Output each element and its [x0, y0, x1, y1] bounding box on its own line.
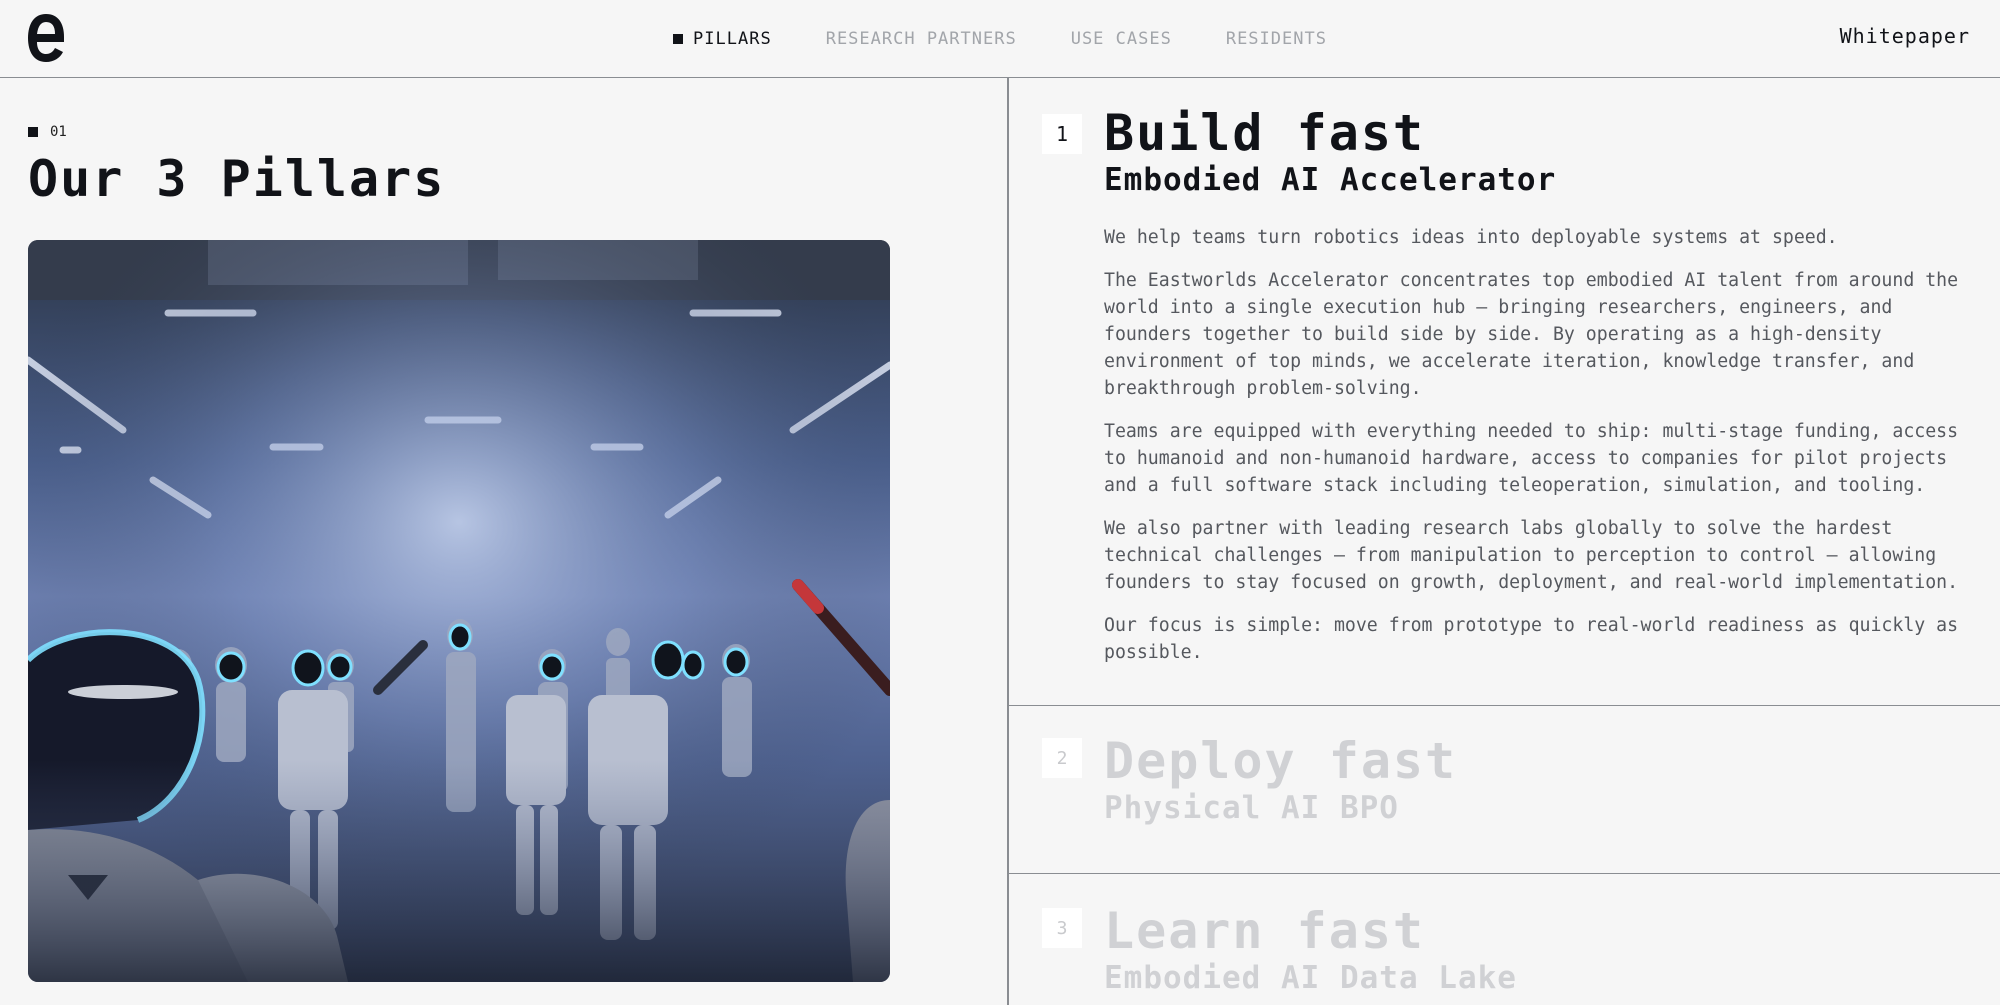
nav-item-residents[interactable]: RESIDENTS	[1226, 29, 1327, 49]
pillar-title: Learn fast	[1104, 902, 1426, 960]
pillar-subtitle: Physical AI BPO	[1104, 790, 1399, 826]
main-nav: PILLARS RESEARCH PARTNERS USE CASES RESI…	[0, 0, 2000, 78]
pillar-deploy-fast[interactable]: 2 Deploy fast Physical AI BPO	[1008, 706, 2000, 874]
nav-item-label: USE CASES	[1070, 29, 1172, 49]
pillar-build-fast[interactable]: 1 Build fast Embodied AI Accelerator We …	[1008, 78, 2000, 706]
pillar-title: Deploy fast	[1104, 732, 1458, 790]
nav-item-label: RESEARCH PARTNERS	[825, 29, 1017, 49]
brand-logo[interactable]	[26, 10, 66, 66]
pillar-number: 2	[1042, 738, 1082, 778]
nav-item-use-cases[interactable]: USE CASES	[1071, 29, 1172, 49]
pillar-paragraph: Our focus is simple: move from prototype…	[1104, 615, 1959, 663]
pillar-subtitle: Embodied AI Accelerator	[1104, 162, 1557, 198]
nav-item-label: RESIDENTS	[1225, 29, 1327, 49]
page-title: Our 3 Pillars	[28, 150, 446, 208]
pillar-number: 1	[1042, 114, 1082, 154]
site-header: PILLARS RESEARCH PARTNERS USE CASES RESI…	[0, 0, 2000, 78]
logo-e-icon	[28, 14, 64, 62]
pillar-paragraph: Teams are equipped with everything neede…	[1104, 421, 1959, 496]
pillar-number: 3	[1042, 908, 1082, 948]
whitepaper-link[interactable]: Whitepaper	[1840, 24, 1970, 48]
pillar-paragraph: We help teams turn robotics ideas into d…	[1104, 227, 1838, 248]
square-bullet-icon	[28, 127, 38, 137]
section-index-label: 01	[50, 124, 67, 140]
pillar-paragraph: The Eastworlds Accelerator concentrates …	[1104, 270, 1959, 399]
active-indicator-icon	[673, 34, 684, 44]
nav-item-label: PILLARS	[693, 29, 772, 49]
pillar-subtitle: Embodied AI Data Lake	[1104, 960, 1517, 996]
pillar-description: We help teams turn robotics ideas into d…	[1104, 224, 1984, 682]
hero-image	[28, 240, 890, 982]
pillar-title: Build fast	[1104, 104, 1426, 162]
nav-item-research-partners[interactable]: RESEARCH PARTNERS	[826, 29, 1017, 49]
nav-item-pillars[interactable]: PILLARS	[673, 29, 772, 49]
pillar-learn-fast[interactable]: 3 Learn fast Embodied AI Data Lake	[1008, 874, 2000, 1005]
robots-warehouse-illustration	[28, 240, 890, 982]
pillar-paragraph: We also partner with leading research la…	[1104, 518, 1959, 593]
section-index: 01	[28, 124, 67, 140]
